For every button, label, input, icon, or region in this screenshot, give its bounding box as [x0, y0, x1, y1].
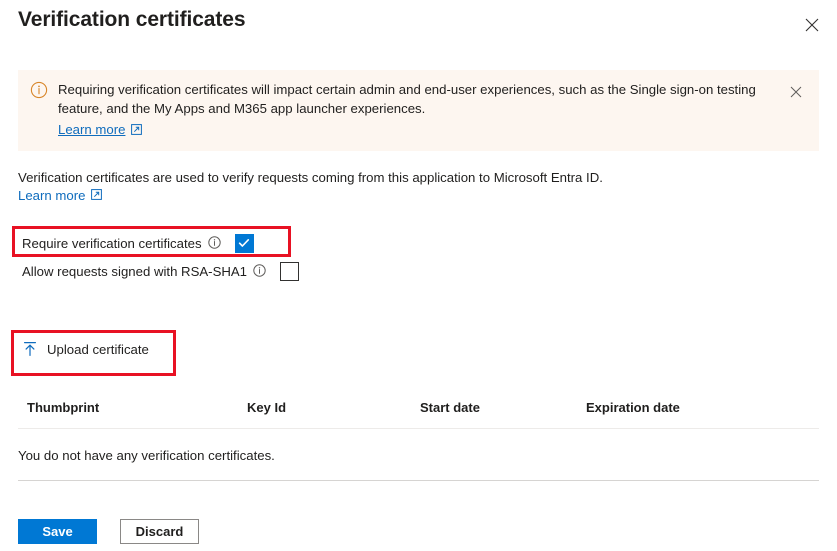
banner-close-icon[interactable]: [785, 81, 807, 103]
close-icon[interactable]: [797, 10, 827, 40]
upload-arrow-icon: [22, 341, 38, 357]
verification-certificates-table: Thumbprint Key Id Start date Expiration …: [18, 394, 819, 481]
table-header-row: Thumbprint Key Id Start date Expiration …: [18, 394, 819, 429]
save-button[interactable]: Save: [18, 519, 97, 544]
upload-certificate-label: Upload certificate: [47, 341, 149, 357]
description-learn-more-link[interactable]: Learn more: [18, 188, 85, 203]
column-header-start-date[interactable]: Start date: [420, 400, 480, 415]
option-allow-rsa-sha1[interactable]: Allow requests signed with RSA-SHA1: [22, 260, 300, 282]
option-label: Allow requests signed with RSA-SHA1: [22, 263, 248, 279]
require-verification-certificates-checkbox[interactable]: [234, 233, 254, 253]
info-circle-icon: [30, 81, 48, 99]
info-banner-link-row: Learn more: [58, 120, 777, 139]
banner-learn-more-link[interactable]: Learn more: [58, 120, 125, 139]
info-circle-icon[interactable]: [207, 236, 221, 254]
page-title: Verification certificates: [18, 8, 246, 31]
footer-actions: Save Discard: [18, 519, 199, 544]
info-circle-icon[interactable]: [253, 264, 266, 282]
option-label: Require verification certificates: [22, 235, 202, 251]
allow-rsa-sha1-checkbox[interactable]: [280, 261, 300, 281]
table-empty-message: You do not have any verification certifi…: [18, 448, 275, 463]
blade-header: Verification certificates: [0, 0, 837, 52]
upload-certificate-button[interactable]: Upload certificate: [22, 341, 149, 357]
description-link-row: Learn more: [18, 186, 103, 205]
column-header-expiration-date[interactable]: Expiration date: [586, 400, 680, 415]
close-icon-glyph: [805, 18, 819, 32]
column-header-key-id[interactable]: Key Id: [247, 400, 286, 415]
column-header-thumbprint[interactable]: Thumbprint: [27, 400, 99, 415]
info-banner: Requiring verification certificates will…: [18, 70, 819, 151]
discard-button[interactable]: Discard: [120, 519, 199, 544]
option-require-verification-certificates[interactable]: Require verification certificates: [22, 232, 254, 254]
external-link-icon: [131, 121, 143, 140]
description-text: Verification certificates are used to ve…: [18, 170, 603, 185]
banner-close-icon-glyph: [790, 86, 802, 98]
external-link-icon: [91, 187, 103, 205]
checkmark-icon: [238, 239, 250, 247]
info-banner-body: Requiring verification certificates will…: [58, 80, 785, 139]
info-banner-text: Requiring verification certificates will…: [58, 82, 756, 116]
table-empty-state: You do not have any verification certifi…: [18, 429, 819, 481]
